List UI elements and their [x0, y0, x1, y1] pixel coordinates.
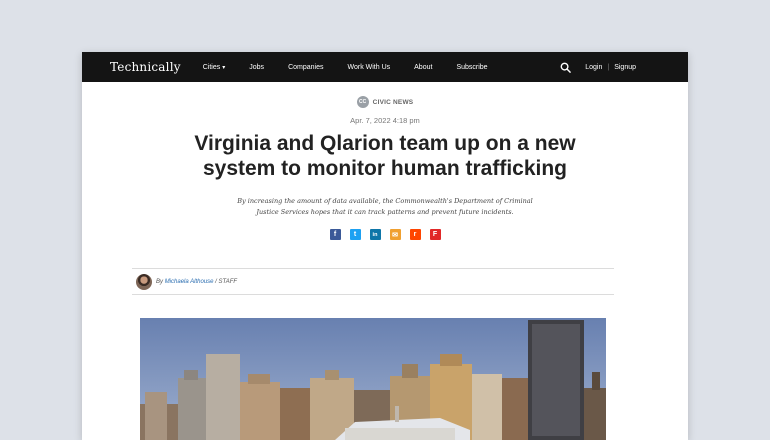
article-title: Virginia and Qlarion team up on a new sy…: [194, 132, 576, 180]
city-skyline-illustration: [140, 318, 606, 440]
site-logo[interactable]: Technically: [110, 60, 181, 74]
category-badge-text: CC: [359, 99, 367, 105]
author-role: / STAFF: [215, 278, 238, 285]
nav-right: Login | Signup: [560, 52, 636, 82]
nav-cities[interactable]: Cities ▾: [203, 64, 226, 71]
linkedin-icon[interactable]: in: [369, 229, 381, 240]
flipboard-icon[interactable]: F: [429, 229, 441, 240]
category-row[interactable]: CC CIVIC NEWS: [82, 96, 688, 108]
browser-window: Technically Cities ▾ Jobs Companies Work…: [82, 52, 688, 440]
login-link[interactable]: Login: [585, 64, 602, 71]
nav-companies[interactable]: Companies: [288, 64, 323, 71]
signup-link[interactable]: Signup: [614, 64, 636, 71]
category-label: CIVIC NEWS: [372, 98, 414, 106]
search-icon[interactable]: [560, 62, 572, 73]
email-icon[interactable]: ✉: [389, 229, 401, 240]
auth-separator: |: [607, 63, 610, 71]
byline-by: By: [156, 278, 164, 285]
article-header: CC CIVIC NEWS Apr. 7, 2022 4:18 pm Virgi…: [82, 96, 688, 240]
nav-subscribe[interactable]: Subscribe: [456, 64, 487, 71]
nav-about[interactable]: About: [414, 64, 432, 71]
civic-news-icon: CC: [356, 96, 369, 108]
twitter-icon[interactable]: t: [349, 229, 361, 240]
chevron-down-icon: ▾: [222, 64, 226, 71]
hero-image: [140, 318, 606, 440]
publish-date: Apr. 7, 2022 4:18 pm: [350, 116, 420, 125]
main-nav: Cities ▾ Jobs Companies Work With Us Abo…: [203, 64, 512, 71]
author-link[interactable]: Michaela Althouse: [165, 279, 214, 285]
reddit-icon[interactable]: r: [409, 229, 421, 240]
byline-text: By Michaela Althouse / STAFF: [156, 279, 237, 285]
byline: By Michaela Althouse / STAFF: [132, 268, 614, 295]
top-navbar: Technically Cities ▾ Jobs Companies Work…: [82, 52, 688, 82]
nav-jobs[interactable]: Jobs: [249, 64, 264, 71]
nav-work-with-us[interactable]: Work With Us: [347, 64, 390, 71]
share-buttons: f t in ✉ r F: [82, 229, 688, 240]
article-subtitle: By increasing the amount of data availab…: [237, 197, 533, 216]
nav-cities-label: Cities: [202, 63, 221, 71]
avatar: [136, 273, 152, 290]
auth-links: Login | Signup: [585, 64, 636, 71]
facebook-icon[interactable]: f: [329, 229, 341, 240]
